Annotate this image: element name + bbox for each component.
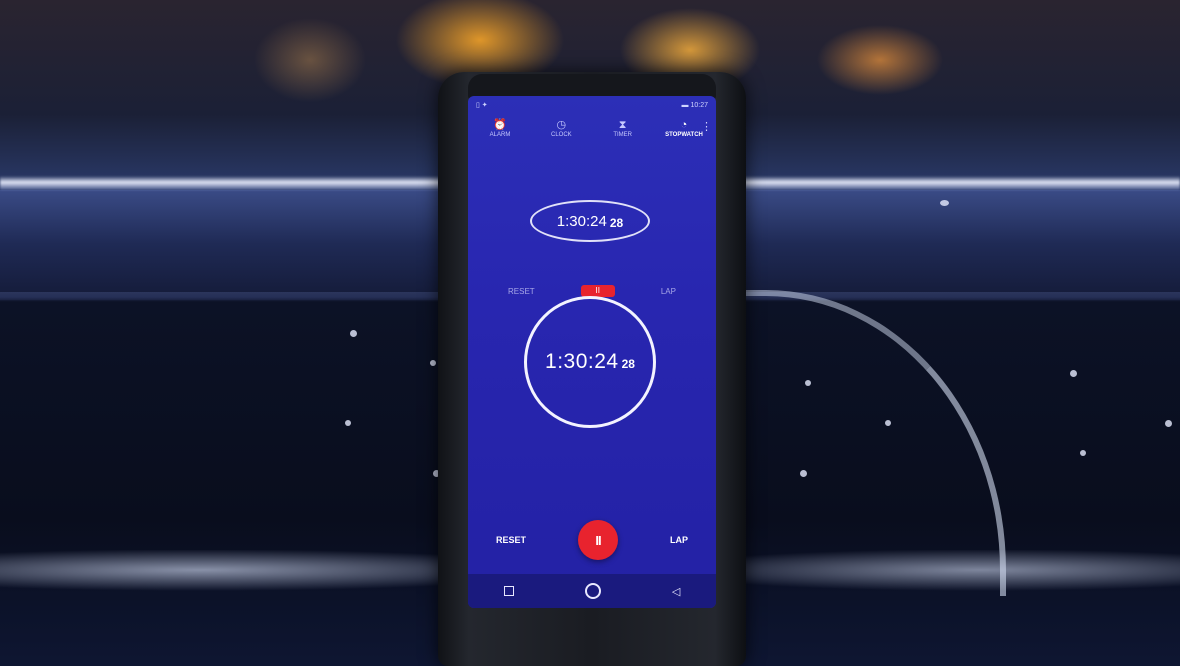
status-bar: ▯ ✦ ▬ 10:27 <box>468 96 716 114</box>
bubble <box>805 380 811 386</box>
phone-screen: ▯ ✦ ▬ 10:27 ⏰ ALARM ◷ CLOCK ⧗ TIMER ◔ ST… <box>468 96 716 608</box>
bubble <box>885 420 891 426</box>
elapsed-hundredths: 28 <box>621 357 635 371</box>
stopwatch-icon: ◔ <box>680 119 688 131</box>
bubble <box>1080 450 1086 456</box>
reflected-reset-label: RESET <box>508 286 535 296</box>
stopwatch-ring-reflection: 1:30:24 28 <box>530 200 650 242</box>
tab-timer-label: TIMER <box>613 132 632 138</box>
bubble <box>1165 420 1172 427</box>
reflected-elapsed-time: 1:30:24 <box>556 212 607 230</box>
stopwatch-controls: RESET II LAP <box>468 520 716 560</box>
bubble <box>430 360 436 366</box>
status-right-info: ▬ 10:27 <box>681 101 708 109</box>
pause-button[interactable]: II <box>578 520 618 560</box>
tab-alarm-label: ALARM <box>489 132 511 138</box>
reflected-lap-label: LAP <box>660 286 676 296</box>
tab-stopwatch-label: STOPWATCH <box>665 132 703 138</box>
status-left-icons: ▯ ✦ <box>476 102 488 109</box>
hourglass-icon: ⧗ <box>618 119 627 131</box>
reset-button[interactable]: RESET <box>496 535 526 545</box>
android-navigation-bar: ◁ <box>468 574 716 608</box>
bubble <box>940 200 949 206</box>
bubble <box>345 420 351 426</box>
bubble <box>1070 370 1077 377</box>
stopwatch-ring: 1:30:24 28 <box>524 296 656 428</box>
recents-icon[interactable] <box>503 586 514 596</box>
tab-alarm[interactable]: ⏰ ALARM <box>474 118 526 150</box>
tab-timer[interactable]: ⧗ TIMER <box>597 118 649 150</box>
elapsed-time: 1:30:24 <box>545 350 619 373</box>
alarm-icon: ⏰ <box>493 119 507 131</box>
lap-button[interactable]: LAP <box>670 535 688 545</box>
overflow-menu-icon[interactable]: ⋮ <box>701 120 712 133</box>
tab-clock[interactable]: ◷ CLOCK <box>535 118 587 150</box>
clock-app-tabs: ⏰ ALARM ◷ CLOCK ⧗ TIMER ◔ STOPWATCH <box>474 118 710 150</box>
bubble <box>800 470 807 477</box>
reflected-hundredths: 28 <box>609 216 624 230</box>
pause-icon: II <box>595 532 601 548</box>
clock-icon: ◷ <box>556 119 567 131</box>
tab-clock-label: CLOCK <box>550 132 572 138</box>
bubble <box>350 330 357 337</box>
back-icon[interactable]: ◁ <box>672 585 680 598</box>
rugged-phone: ▯ ✦ ▬ 10:27 ⏰ ALARM ◷ CLOCK ⧗ TIMER ◔ ST… <box>438 72 746 666</box>
home-icon[interactable] <box>584 583 601 599</box>
